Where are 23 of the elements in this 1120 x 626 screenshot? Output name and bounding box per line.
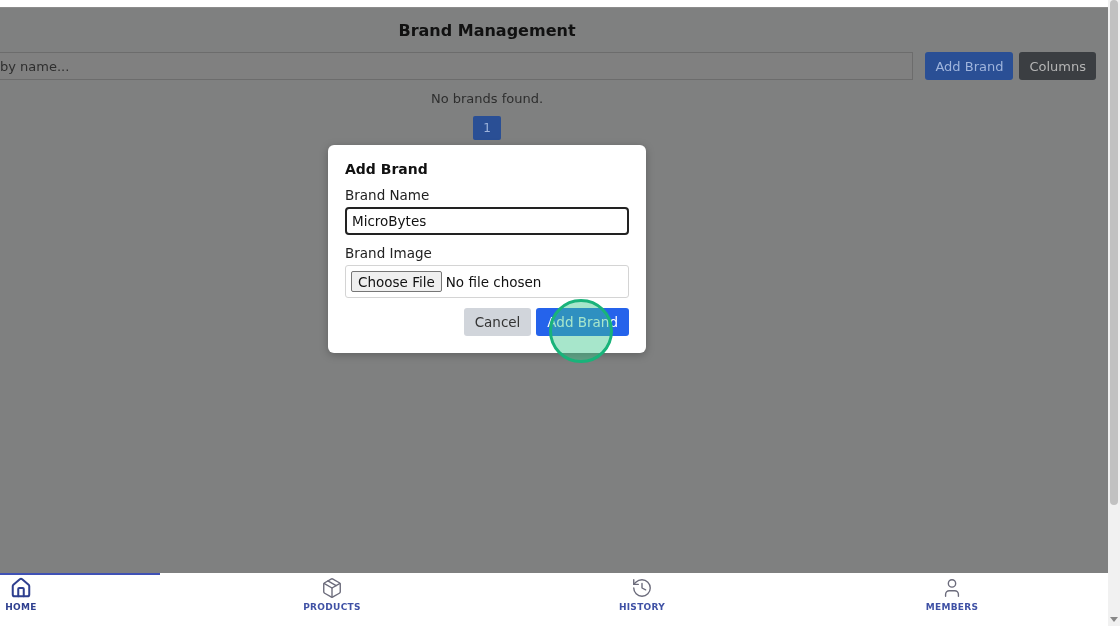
columns-button[interactable]: Columns bbox=[1019, 52, 1096, 80]
history-icon bbox=[631, 577, 653, 599]
nav-tab[interactable]: PRODUCTS bbox=[177, 573, 487, 626]
input-field[interactable]: MicroBytes bbox=[345, 207, 629, 235]
scrollbar[interactable] bbox=[1108, 0, 1120, 626]
scroll-down-icon[interactable] bbox=[1110, 617, 1118, 622]
box-icon bbox=[321, 577, 343, 599]
nav-tab[interactable]: MEMBERS bbox=[797, 573, 1107, 626]
page-title: Brand Management bbox=[398, 21, 576, 40]
nav-tab[interactable]: HOME bbox=[0, 573, 42, 626]
field-label: Brand Image bbox=[345, 245, 433, 261]
home-icon bbox=[10, 577, 32, 599]
empty-message: No brands found. bbox=[430, 91, 544, 106]
nav-tab[interactable]: HISTORY bbox=[487, 573, 797, 626]
file-status: No file chosen bbox=[445, 273, 542, 290]
page-button[interactable]: 1 bbox=[473, 116, 501, 140]
add-button[interactable]: Add Brand bbox=[925, 52, 1014, 80]
choose-file-button[interactable]: Choose File bbox=[351, 271, 442, 292]
field-label: Brand Name bbox=[345, 187, 431, 203]
cancel-button[interactable]: Cancel bbox=[463, 308, 532, 336]
search-field[interactable]: by name... bbox=[0, 52, 914, 80]
dialog-title: Add Brand bbox=[345, 161, 429, 177]
scroll-thumb[interactable] bbox=[1110, 0, 1118, 505]
